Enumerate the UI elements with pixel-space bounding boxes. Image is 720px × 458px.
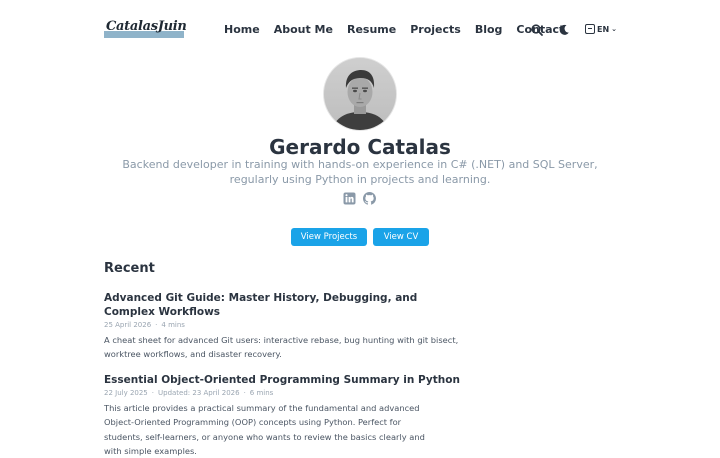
profile-name: Gerardo Catalas [269,135,451,159]
post-item: Advanced Git Guide: Master History, Debu… [104,291,464,362]
logo-text: CatalasJuin [106,19,187,34]
profile-bio: Backend developer in training with hands… [122,158,598,186]
post-read-time: 6 mins [249,389,274,397]
post-title[interactable]: Essential Object-Oriented Programming Su… [104,373,464,387]
post-date: 22 July 2025 [104,389,148,397]
nav-about-me[interactable]: About Me [274,23,333,36]
nav-blog[interactable]: Blog [475,23,503,36]
post-excerpt: This article provides a practical summar… [104,403,425,456]
post-excerpt: A cheat sheet for advanced Git users: in… [104,335,459,360]
view-cv-button[interactable]: View CV [373,228,429,246]
social-links [343,190,383,205]
nav-projects[interactable]: Projects [410,23,461,36]
post-updated: Updated: 23 April 2026 [158,389,240,397]
post-item: Essential Object-Oriented Programming Su… [104,373,464,458]
avatar [324,58,396,130]
post-read-time: 4 mins [161,321,185,329]
post-meta: 22 July 2025 · Updated: 23 April 2026 · 6 mi… [104,389,274,397]
language-switcher[interactable]: EN ⌄ [585,21,617,37]
view-projects-button[interactable]: View Projects [291,228,367,246]
main-nav: Home About Me Resume Projects Blog Conta… [224,21,578,37]
search-icon[interactable] [530,22,544,36]
linkedin-icon[interactable] [343,190,356,205]
github-icon[interactable] [363,190,376,205]
post-date: 25 April 2026 [104,321,152,329]
site-logo[interactable]: CatalasJuin [104,19,187,39]
post-meta: 25 April 2026 · 4 mins [104,321,185,329]
nav-resume[interactable]: Resume [347,23,396,36]
post-title[interactable]: Advanced Git Guide: Master History, Debu… [104,291,464,319]
chevron-down-icon: ⌄ [611,25,618,33]
translate-icon [585,24,595,34]
moon-icon[interactable] [557,22,571,36]
recent-heading: Recent [104,261,155,276]
nav-home[interactable]: Home [224,23,260,36]
site-header: CatalasJuin Home About Me Resume Project… [0,0,720,58]
language-label: EN [597,24,610,34]
